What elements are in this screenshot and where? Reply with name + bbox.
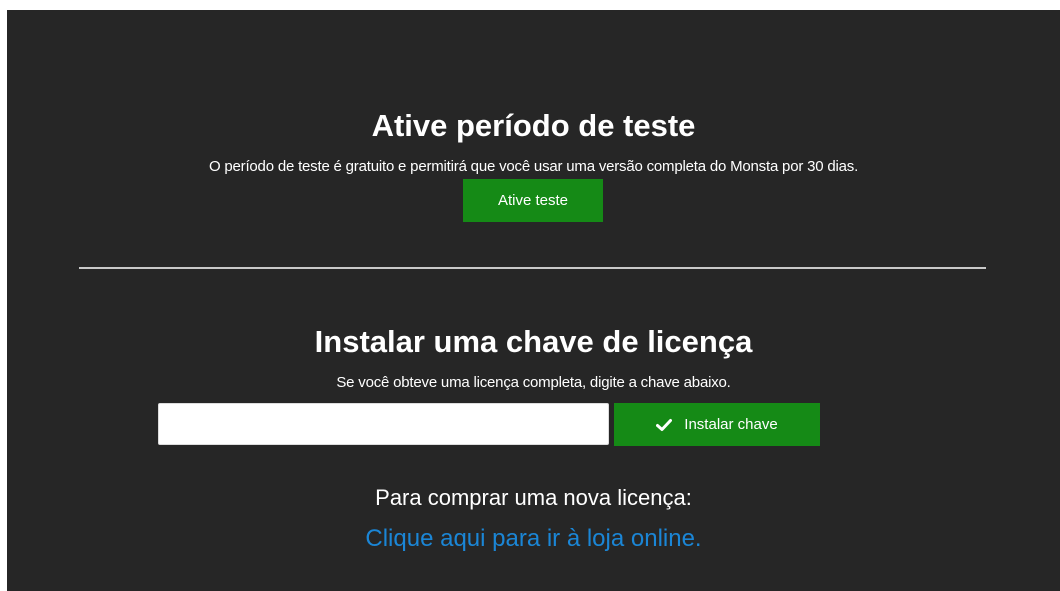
install-key-button[interactable]: Instalar chave — [614, 403, 820, 446]
purchase-label: Para comprar uma nova licença: — [375, 485, 692, 510]
activate-trial-label: Ative teste — [497, 192, 569, 209]
license-title: Instalar uma chave de licença — [314, 324, 753, 359]
online-store-link[interactable]: Clique aqui para ir à loja online. — [7, 524, 1060, 554]
install-key-label: Instalar chave — [684, 416, 778, 433]
check-icon — [656, 418, 673, 431]
license-description: Se você obteve uma licença completa, dig… — [336, 374, 731, 391]
trial-title: Ative período de teste — [371, 108, 696, 143]
activate-trial-button[interactable]: Ative teste — [463, 179, 603, 222]
section-divider — [79, 267, 986, 269]
trial-description: O período de teste é gratuito e permitir… — [208, 158, 859, 175]
license-panel: Ative período de teste O período de test… — [7, 10, 1060, 591]
license-key-input[interactable] — [158, 403, 609, 445]
